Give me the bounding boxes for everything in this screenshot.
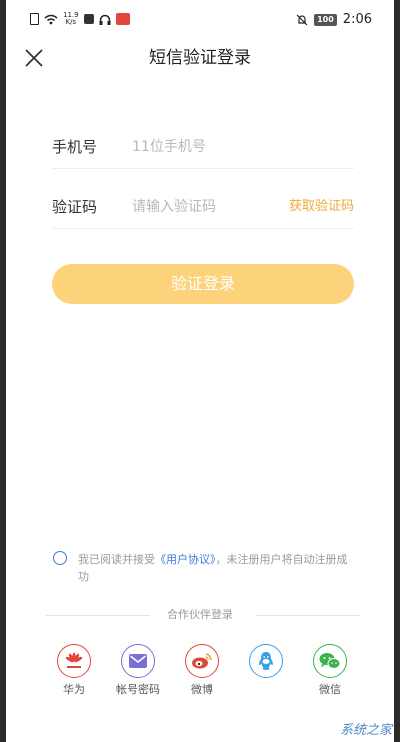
net-speed: 11.9 K/s	[63, 12, 79, 26]
login-screen: 11.9 K/s 100 2:06 短信验证登录 手机号 11位手机号 验证码 …	[6, 0, 394, 742]
huawei-icon	[57, 644, 91, 678]
sim-icon	[30, 13, 39, 25]
wechat-icon	[313, 644, 347, 678]
get-code-button[interactable]: 获取验证码	[289, 198, 354, 216]
phone-row: 手机号	[52, 126, 354, 169]
agreement-text: 我已阅读并接受《用户协议》，未注册用户将自动注册成功	[78, 551, 356, 585]
account-password-label: 帐号密码	[116, 683, 160, 696]
agreement-radio[interactable]	[53, 551, 67, 565]
net-speed-unit: K/s	[65, 18, 77, 26]
app-notification-icon	[115, 13, 130, 25]
phone-label: 手机号	[52, 138, 98, 156]
huawei-label: 华为	[63, 683, 85, 696]
huawei-login-button[interactable]: 华为	[48, 644, 100, 697]
account-password-login-button[interactable]: 帐号密码	[112, 644, 164, 697]
mail-icon	[121, 644, 155, 678]
status-bar: 11.9 K/s 100 2:06	[6, 0, 394, 40]
wechat-label: 微信	[319, 683, 341, 696]
close-button[interactable]	[22, 46, 46, 70]
notification-icon	[83, 14, 94, 24]
clock: 2:06	[342, 12, 372, 27]
headphones-icon	[99, 14, 111, 25]
watermark: 系统之家	[339, 723, 392, 738]
phone-input[interactable]	[132, 134, 272, 160]
page-title: 短信验证登录	[149, 48, 251, 68]
agreement-prefix: 我已阅读并接受	[78, 553, 155, 566]
status-bar-right: 100 2:06	[296, 12, 372, 27]
verify-login-button[interactable]: 验证登录	[52, 264, 354, 304]
weibo-login-button[interactable]: 微博	[176, 644, 228, 697]
qq-login-button[interactable]	[240, 644, 292, 697]
mute-icon	[296, 14, 308, 25]
weibo-label: 微博	[191, 683, 213, 696]
divider-right	[256, 615, 360, 616]
user-agreement-link[interactable]: 《用户协议》	[155, 553, 216, 566]
close-icon	[25, 49, 43, 67]
wifi-icon	[44, 14, 58, 24]
qq-icon	[249, 644, 283, 678]
code-label: 验证码	[52, 198, 98, 216]
qq-label	[240, 683, 292, 697]
status-bar-left: 11.9 K/s	[30, 12, 130, 26]
code-row: 验证码 获取验证码	[52, 186, 354, 229]
code-input[interactable]	[132, 194, 272, 220]
battery-indicator: 100	[314, 13, 337, 26]
weibo-icon	[185, 644, 219, 678]
wechat-login-button[interactable]: 微信	[304, 644, 356, 697]
